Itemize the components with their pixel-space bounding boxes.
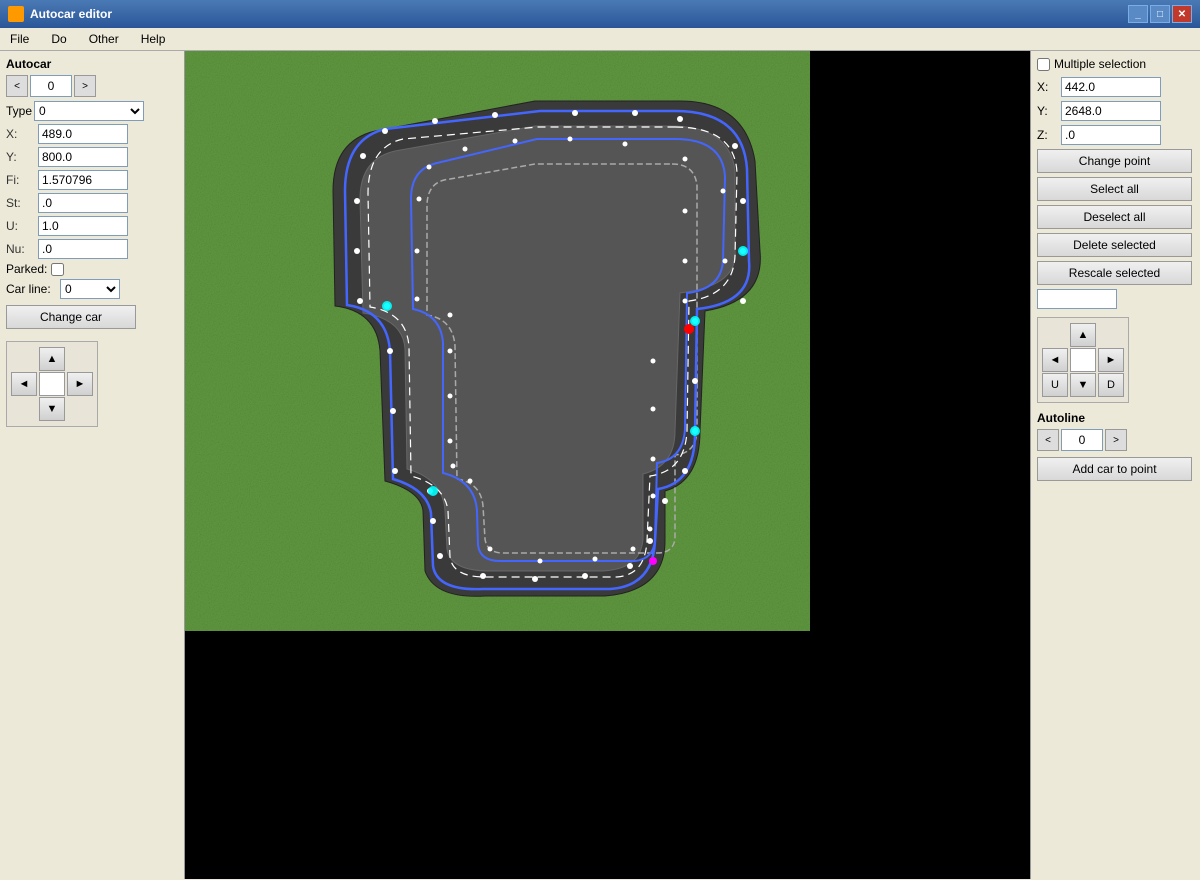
u-input[interactable] — [38, 216, 128, 236]
u-field-row: U: — [6, 216, 178, 236]
y-field-row: Y: — [6, 147, 178, 167]
right-y-label: Y: — [1037, 104, 1057, 118]
arrow-top-row: ▲ — [11, 347, 93, 371]
x-field-row: X: — [6, 124, 178, 144]
car-line-row: Car line: 0 — [6, 279, 178, 299]
u-label: U: — [6, 219, 34, 233]
right-arrow-pad: ▲ ◄ ► U ▼ D — [1037, 317, 1129, 403]
autocar-prev-button[interactable]: < — [6, 75, 28, 97]
change-point-button[interactable]: Change point — [1037, 149, 1192, 173]
fi-input[interactable] — [38, 170, 128, 190]
deselect-all-button[interactable]: Deselect all — [1037, 205, 1192, 229]
right-z-row: Z: — [1037, 125, 1194, 145]
parked-label: Parked: — [6, 262, 47, 276]
autocar-spinner: < > — [6, 75, 178, 97]
main-container: Autocar < > Type 0 X: Y: Fi: — [0, 51, 1200, 879]
right-up-button[interactable]: ▲ — [1070, 323, 1096, 347]
car-line-label: Car line: — [6, 282, 56, 296]
right-right-button[interactable]: ► — [1098, 348, 1124, 372]
x-input[interactable] — [38, 124, 128, 144]
fi-field-row: Fi: — [6, 170, 178, 190]
right-arrow-center — [1070, 348, 1096, 372]
left-arrow-pad: ▲ ◄ ► ▼ — [6, 341, 98, 427]
arrow-mid-row: ◄ ► — [11, 372, 93, 396]
type-row: Type 0 — [6, 101, 178, 121]
y-label: Y: — [6, 150, 34, 164]
autoline-spinner: < > — [1037, 429, 1194, 451]
add-car-to-point-button[interactable]: Add car to point — [1037, 457, 1192, 481]
menu-do[interactable]: Do — [45, 30, 72, 48]
app-icon — [8, 6, 24, 22]
right-left-button[interactable]: ◄ — [1042, 348, 1068, 372]
menu-other[interactable]: Other — [83, 30, 125, 48]
arrow-bot-row: ▼ — [11, 397, 93, 421]
right-panel: Multiple selection X: Y: Z: Change point… — [1030, 51, 1200, 879]
right-arrow-top-row: ▲ — [1042, 323, 1124, 347]
autoline-title: Autoline — [1037, 411, 1194, 425]
canvas-black-right — [810, 51, 1030, 879]
right-x-input[interactable] — [1061, 77, 1161, 97]
autocar-section-title: Autocar — [6, 57, 178, 71]
right-arrow-bot-row: U ▼ D — [1042, 373, 1124, 397]
type-label: Type — [6, 104, 34, 118]
right-y-input[interactable] — [1061, 101, 1161, 121]
left-panel: Autocar < > Type 0 X: Y: Fi: — [0, 51, 185, 879]
track-svg — [185, 51, 810, 631]
type-select[interactable]: 0 — [34, 101, 144, 121]
nu-label: Nu: — [6, 242, 34, 256]
menu-file[interactable]: File — [4, 30, 35, 48]
nu-field-row: Nu: — [6, 239, 178, 259]
window-controls: _ □ ✕ — [1128, 5, 1192, 23]
window-title: Autocar editor — [30, 7, 112, 21]
autoline-next-button[interactable]: > — [1105, 429, 1127, 451]
multiple-selection-checkbox[interactable] — [1037, 58, 1050, 71]
autocar-next-button[interactable]: > — [74, 75, 96, 97]
left-up-button[interactable]: ▲ — [39, 347, 65, 371]
car-line-select[interactable]: 0 — [60, 279, 120, 299]
autoline-value-input[interactable] — [1061, 429, 1103, 451]
multiple-selection-row: Multiple selection — [1037, 57, 1194, 71]
minimize-button[interactable]: _ — [1128, 5, 1148, 23]
track-viewport[interactable] — [185, 51, 810, 631]
right-z-input[interactable] — [1061, 125, 1161, 145]
st-input[interactable] — [38, 193, 128, 213]
y-input[interactable] — [38, 147, 128, 167]
st-label: St: — [6, 196, 34, 210]
right-x-label: X: — [1037, 80, 1057, 94]
left-right-button[interactable]: ► — [67, 372, 93, 396]
rescale-selected-button[interactable]: Rescale selected — [1037, 261, 1192, 285]
right-d-button[interactable]: D — [1098, 373, 1124, 397]
nu-input[interactable] — [38, 239, 128, 259]
right-down-button[interactable]: ▼ — [1070, 373, 1096, 397]
autoline-prev-button[interactable]: < — [1037, 429, 1059, 451]
right-z-label: Z: — [1037, 128, 1057, 142]
right-u-button[interactable]: U — [1042, 373, 1068, 397]
menu-bar: File Do Other Help — [0, 28, 1200, 51]
right-arrow-mid-row: ◄ ► — [1042, 348, 1124, 372]
parked-checkbox[interactable] — [51, 263, 64, 276]
canvas-area — [185, 51, 1030, 879]
select-all-button[interactable]: Select all — [1037, 177, 1192, 201]
change-car-button[interactable]: Change car — [6, 305, 136, 329]
left-down-button[interactable]: ▼ — [39, 397, 65, 421]
arrow-center-display — [39, 372, 65, 396]
right-y-row: Y: — [1037, 101, 1194, 121]
rescale-input[interactable] — [1037, 289, 1117, 309]
parked-row: Parked: — [6, 262, 178, 276]
maximize-button[interactable]: □ — [1150, 5, 1170, 23]
st-field-row: St: — [6, 193, 178, 213]
autocar-value-input[interactable] — [30, 75, 72, 97]
close-button[interactable]: ✕ — [1172, 5, 1192, 23]
x-label: X: — [6, 127, 34, 141]
canvas-black-bottom — [185, 631, 810, 879]
title-bar: Autocar editor _ □ ✕ — [0, 0, 1200, 28]
fi-label: Fi: — [6, 173, 34, 187]
delete-selected-button[interactable]: Delete selected — [1037, 233, 1192, 257]
right-x-row: X: — [1037, 77, 1194, 97]
multiple-selection-label: Multiple selection — [1054, 57, 1146, 71]
left-left-button[interactable]: ◄ — [11, 372, 37, 396]
menu-help[interactable]: Help — [135, 30, 172, 48]
